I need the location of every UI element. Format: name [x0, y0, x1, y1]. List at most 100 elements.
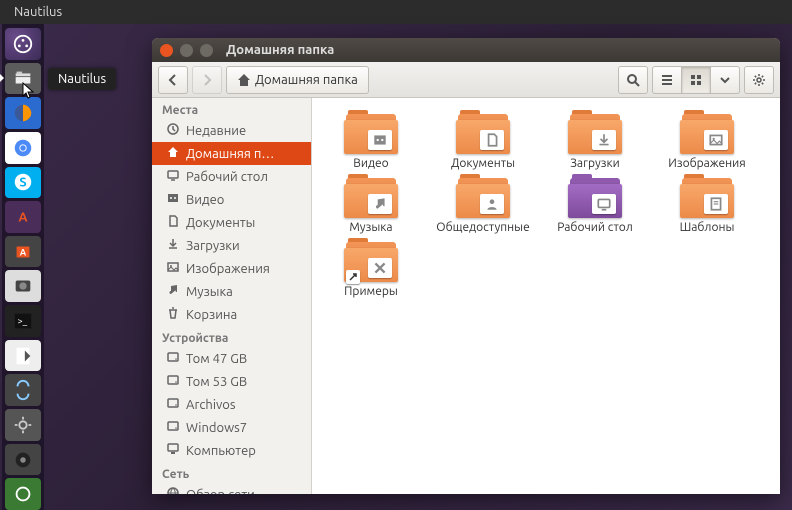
svg-text:A: A — [20, 246, 27, 257]
folder-label: Музыка — [349, 221, 392, 234]
folder-label: Документы — [451, 157, 515, 170]
gear-icon — [752, 73, 766, 87]
sidebar-item-label: Домашняя п… — [186, 147, 274, 161]
launcher-tooltip: Nautilus — [48, 68, 116, 90]
folder-item[interactable]: Изображения — [660, 110, 754, 170]
list-icon — [660, 73, 674, 87]
view-dropdown-button[interactable] — [710, 66, 740, 94]
grid-view-button[interactable] — [681, 66, 711, 94]
folder-grid[interactable]: Видео Документы Загрузки Изображения Музыка О… — [312, 98, 780, 494]
sidebar-item-label: Недавние — [186, 124, 246, 138]
launcher-screenshot[interactable] — [5, 270, 41, 302]
folder-label: Примеры — [344, 285, 398, 298]
launcher-software-center[interactable]: A — [5, 236, 41, 268]
launcher-text-editor[interactable] — [5, 340, 41, 372]
menubar-app[interactable]: Nautilus — [8, 5, 68, 19]
folder-item[interactable]: Шаблоны — [660, 174, 754, 234]
sidebar-item[interactable]: Домашняя п… — [152, 142, 311, 165]
folder-item[interactable]: Общедоступные — [436, 174, 530, 234]
sidebar-item[interactable]: Музыка — [152, 280, 311, 303]
network-icon — [166, 486, 180, 494]
document-icon — [480, 130, 504, 150]
folder-icon — [680, 110, 734, 154]
folder-item[interactable]: Документы — [436, 110, 530, 170]
sidebar-item[interactable]: Документы — [152, 211, 311, 234]
search-button[interactable] — [618, 66, 648, 94]
maximize-button[interactable] — [200, 44, 213, 57]
folder-item[interactable]: Загрузки — [548, 110, 642, 170]
link-emblem-icon — [346, 270, 360, 284]
sidebar-item[interactable]: Видео — [152, 188, 311, 211]
menubar[interactable]: Nautilus — [0, 0, 792, 24]
search-icon — [626, 73, 640, 87]
sidebar-item-label: Компьютер — [186, 444, 256, 458]
launcher: SAA>_ — [2, 24, 44, 510]
folder-item[interactable]: Музыка — [324, 174, 418, 234]
examples-icon — [368, 258, 392, 278]
download-icon — [592, 130, 616, 150]
back-button[interactable] — [158, 66, 188, 94]
template-icon — [704, 194, 728, 214]
home-icon — [166, 145, 180, 162]
sidebar-item[interactable]: Компьютер — [152, 439, 311, 462]
titlebar[interactable]: Домашняя папка — [152, 38, 780, 62]
folder-icon — [344, 174, 398, 218]
launcher-chromium[interactable] — [5, 132, 41, 164]
sidebar-item[interactable]: Windows7 — [152, 416, 311, 439]
folder-item[interactable]: Рабочий стол — [548, 174, 642, 234]
launcher-sync[interactable] — [5, 374, 41, 406]
public-icon — [480, 194, 504, 214]
disk-icon — [166, 350, 180, 367]
launcher-firefox[interactable] — [5, 97, 41, 129]
close-button[interactable] — [160, 44, 173, 57]
sidebar-item[interactable]: Недавние — [152, 119, 311, 142]
sidebar-item-label: Видео — [186, 193, 224, 207]
sidebar-section-title: Устройства — [152, 326, 311, 347]
folder-label: Шаблоны — [680, 221, 735, 234]
image-icon — [704, 130, 728, 150]
launcher-software-updater[interactable]: A — [5, 201, 41, 233]
folder-item[interactable]: Видео — [324, 110, 418, 170]
document-icon — [166, 214, 180, 231]
launcher-control[interactable] — [5, 478, 41, 510]
launcher-files[interactable] — [5, 63, 41, 95]
sidebar-item-label: Рабочий стол — [186, 170, 268, 184]
desktop-icon — [166, 168, 180, 185]
sidebar-item-label: Обзор сети — [186, 488, 255, 495]
folder-item[interactable]: Примеры — [324, 238, 418, 298]
forward-button[interactable] — [192, 66, 222, 94]
menu-button[interactable] — [744, 66, 774, 94]
sidebar-item-label: Том 47 GB — [186, 352, 247, 366]
view-mode-group — [652, 66, 740, 94]
launcher-settings-1[interactable] — [5, 409, 41, 441]
sidebar-item-label: Документы — [186, 216, 255, 230]
folder-icon — [680, 174, 734, 218]
music-icon — [368, 194, 392, 214]
list-view-button[interactable] — [652, 66, 682, 94]
minimize-button[interactable] — [180, 44, 193, 57]
download-icon — [166, 237, 180, 254]
path-button[interactable]: Домашняя папка — [226, 66, 369, 94]
svg-text:A: A — [18, 211, 27, 225]
sidebar-item[interactable]: Том 53 GB — [152, 370, 311, 393]
sidebar-item-label: Archivos — [186, 398, 236, 412]
sidebar-section-title: Места — [152, 98, 311, 119]
home-icon — [237, 73, 251, 87]
folder-label: Загрузки — [570, 157, 620, 170]
sidebar-item[interactable]: Том 47 GB — [152, 347, 311, 370]
sidebar-item[interactable]: Рабочий стол — [152, 165, 311, 188]
video-icon — [166, 191, 180, 208]
sidebar-item[interactable]: Обзор сети — [152, 483, 311, 494]
computer-icon — [166, 442, 180, 459]
launcher-skype[interactable]: S — [5, 167, 41, 199]
launcher-terminal[interactable]: >_ — [5, 305, 41, 337]
folder-label: Общедоступные — [436, 221, 529, 234]
sidebar-item[interactable]: Загрузки — [152, 234, 311, 257]
sidebar-item[interactable]: Archivos — [152, 393, 311, 416]
sidebar-item[interactable]: Корзина — [152, 303, 311, 326]
launcher-dash[interactable] — [5, 28, 41, 60]
disk-icon — [166, 373, 180, 390]
sidebar-item[interactable]: Изображения — [152, 257, 311, 280]
folder-icon — [568, 174, 622, 218]
launcher-settings-2[interactable] — [5, 444, 41, 476]
